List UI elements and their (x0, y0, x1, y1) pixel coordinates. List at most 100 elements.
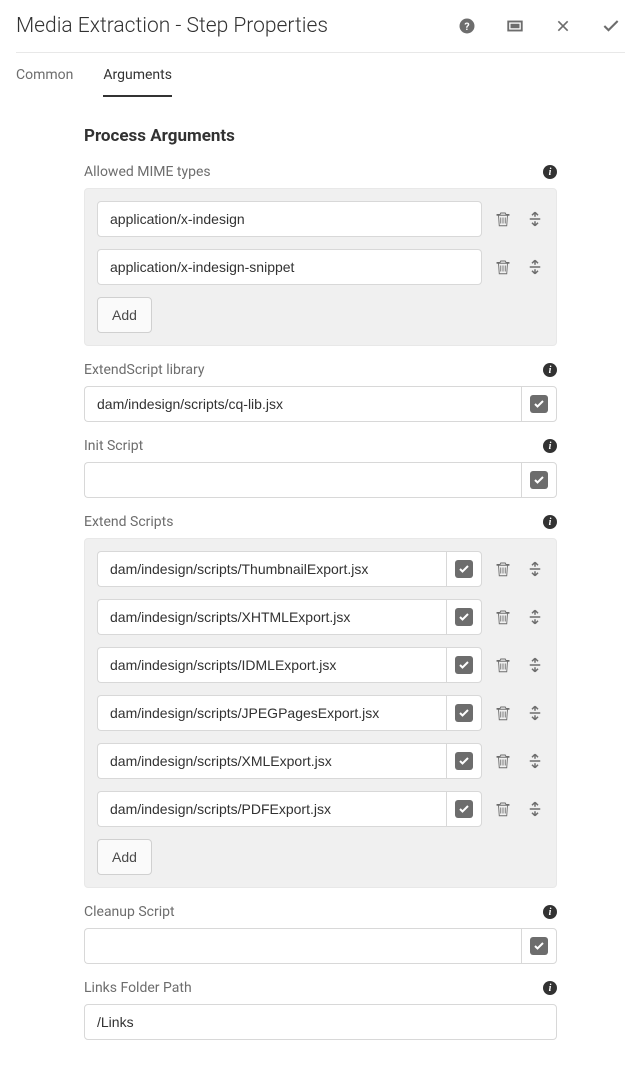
info-icon[interactable]: i (543, 905, 557, 919)
mime-input[interactable] (97, 249, 482, 285)
info-icon[interactable]: i (543, 515, 557, 529)
row-actions (494, 656, 544, 674)
script-input[interactable] (97, 599, 446, 635)
toggle-checkbox[interactable] (455, 704, 473, 722)
row-actions (494, 608, 544, 626)
extendlib-input[interactable] (84, 386, 521, 422)
script-input[interactable] (97, 743, 446, 779)
reorder-icon[interactable] (526, 752, 544, 770)
script-input[interactable] (97, 695, 446, 731)
checkbox-addon (446, 599, 482, 635)
reorder-icon[interactable] (526, 210, 544, 228)
toggle-checkbox[interactable] (455, 656, 473, 674)
mime-row (97, 249, 544, 285)
cleanup-input[interactable] (84, 928, 521, 964)
label-extendscripts-text: Extend Scripts (84, 514, 173, 530)
initscript-field (84, 462, 557, 498)
script-row (97, 647, 544, 683)
mime-input[interactable] (97, 201, 482, 237)
initscript-input[interactable] (84, 462, 521, 498)
row-actions (494, 752, 544, 770)
delete-icon[interactable] (494, 656, 512, 674)
reorder-icon[interactable] (526, 704, 544, 722)
row-actions (494, 258, 544, 276)
tab-arguments[interactable]: Arguments (103, 67, 172, 97)
delete-icon[interactable] (494, 210, 512, 228)
delete-icon[interactable] (494, 704, 512, 722)
label-links-text: Links Folder Path (84, 980, 192, 996)
reorder-icon[interactable] (526, 560, 544, 578)
label-links: Links Folder Path i (84, 980, 557, 996)
help-icon[interactable]: ? (457, 16, 477, 36)
section-title: Process Arguments (84, 126, 557, 146)
svg-text:?: ? (464, 20, 469, 33)
label-cleanup: Cleanup Script i (84, 904, 557, 920)
checkbox-addon (521, 462, 557, 498)
dialog-title: Media Extraction - Step Properties (16, 14, 328, 38)
script-row (97, 791, 544, 827)
script-row (97, 551, 544, 587)
label-initscript: Init Script i (84, 438, 557, 454)
row-actions (494, 704, 544, 722)
checkbox-addon (521, 928, 557, 964)
done-icon[interactable] (601, 16, 621, 36)
content: Process Arguments Allowed MIME types i (0, 98, 641, 1070)
label-extendscripts: Extend Scripts i (84, 514, 557, 530)
reorder-icon[interactable] (526, 656, 544, 674)
label-mime: Allowed MIME types i (84, 164, 557, 180)
fullscreen-icon[interactable] (505, 16, 525, 36)
extendscripts-group: Add (84, 538, 557, 888)
checkbox-addon (446, 743, 482, 779)
add-mime-button[interactable]: Add (97, 297, 152, 333)
toggle-checkbox[interactable] (455, 560, 473, 578)
toggle-checkbox[interactable] (530, 395, 548, 413)
checkbox-addon (446, 551, 482, 587)
row-actions (494, 210, 544, 228)
delete-icon[interactable] (494, 608, 512, 626)
label-cleanup-text: Cleanup Script (84, 904, 175, 920)
label-extendlib-text: ExtendScript library (84, 362, 204, 378)
checkbox-addon (446, 647, 482, 683)
header-actions: ? (457, 16, 621, 36)
links-input[interactable] (84, 1004, 557, 1040)
tabs: Common Arguments (0, 53, 641, 98)
label-mime-text: Allowed MIME types (84, 164, 211, 180)
info-icon[interactable]: i (543, 981, 557, 995)
toggle-checkbox[interactable] (530, 471, 548, 489)
mime-group: Add (84, 188, 557, 346)
script-input[interactable] (97, 791, 446, 827)
script-row (97, 599, 544, 635)
checkbox-addon (446, 791, 482, 827)
extendlib-field (84, 386, 557, 422)
script-row (97, 743, 544, 779)
info-icon[interactable]: i (543, 165, 557, 179)
dialog-header: Media Extraction - Step Properties ? (0, 0, 641, 52)
checkbox-addon (521, 386, 557, 422)
script-input[interactable] (97, 647, 446, 683)
reorder-icon[interactable] (526, 800, 544, 818)
row-actions (494, 800, 544, 818)
row-actions (494, 560, 544, 578)
toggle-checkbox[interactable] (455, 608, 473, 626)
script-input[interactable] (97, 551, 446, 587)
reorder-icon[interactable] (526, 258, 544, 276)
delete-icon[interactable] (494, 560, 512, 578)
mime-row (97, 201, 544, 237)
delete-icon[interactable] (494, 752, 512, 770)
label-extendlib: ExtendScript library i (84, 362, 557, 378)
checkbox-addon (446, 695, 482, 731)
tab-common[interactable]: Common (16, 67, 73, 97)
add-script-button[interactable]: Add (97, 839, 152, 875)
info-icon[interactable]: i (543, 439, 557, 453)
toggle-checkbox[interactable] (530, 937, 548, 955)
label-initscript-text: Init Script (84, 438, 143, 454)
delete-icon[interactable] (494, 800, 512, 818)
reorder-icon[interactable] (526, 608, 544, 626)
info-icon[interactable]: i (543, 363, 557, 377)
delete-icon[interactable] (494, 258, 512, 276)
cleanup-field (84, 928, 557, 964)
toggle-checkbox[interactable] (455, 800, 473, 818)
close-icon[interactable] (553, 16, 573, 36)
script-row (97, 695, 544, 731)
toggle-checkbox[interactable] (455, 752, 473, 770)
